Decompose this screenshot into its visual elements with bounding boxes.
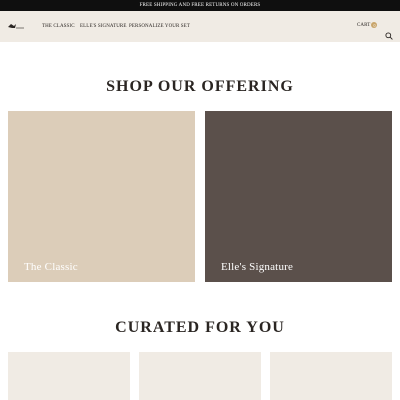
site-header: THE CLASSIC ELLE'S SIGNATURE PERSONALIZE… — [0, 11, 400, 42]
product-card[interactable] — [270, 352, 392, 400]
announcement-text: FREE SHIPPING AND FREE RETURNS ON ORDERS — [139, 3, 261, 8]
search-icon[interactable] — [385, 32, 393, 40]
tile-elles-signature[interactable]: Elle's Signature — [205, 111, 392, 282]
logo-icon[interactable] — [7, 22, 25, 31]
tile-label-the-classic: The Classic — [24, 261, 78, 273]
shop-offering-title: SHOP OUR OFFERING — [106, 78, 294, 95]
product-card[interactable] — [139, 352, 261, 400]
tile-the-classic[interactable]: The Classic — [8, 111, 195, 282]
tile-label-elles-signature: Elle's Signature — [221, 261, 294, 273]
nav-the-classic[interactable]: THE CLASSIC — [42, 24, 75, 29]
cart-count-badge: 0 — [371, 22, 378, 28]
cart-label: CART — [357, 22, 371, 28]
nav-elles-signature[interactable]: ELLE'S SIGNATURE — [80, 24, 127, 29]
product-card[interactable] — [8, 352, 130, 400]
cart-button[interactable]: CART 0 — [357, 22, 378, 28]
announcement-bar: FREE SHIPPING AND FREE RETURNS ON ORDERS — [0, 0, 400, 11]
curated-title: CURATED FOR YOU — [115, 319, 285, 336]
nav-personalize-your-set[interactable]: PERSONALIZE YOUR SET — [129, 24, 190, 29]
